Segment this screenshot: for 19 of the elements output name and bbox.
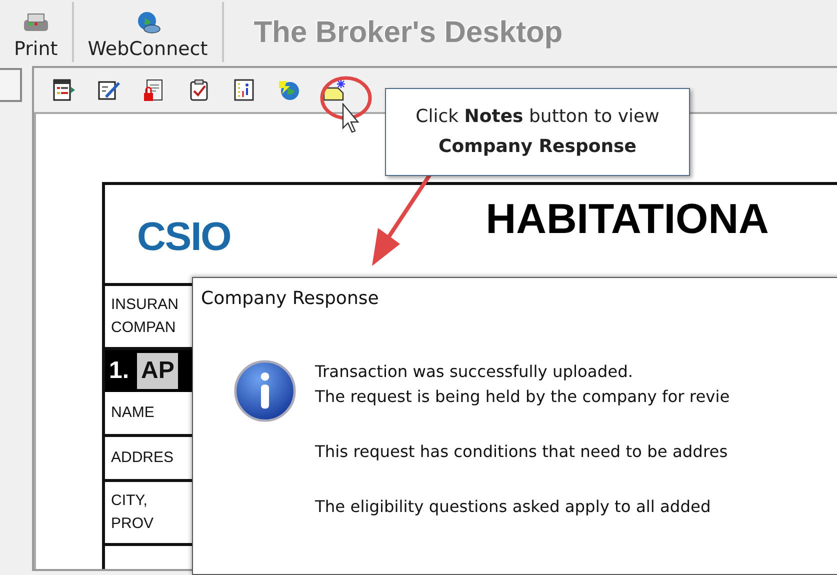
- section-title: AP: [137, 353, 178, 389]
- message-text: This request has conditions that need to be addres: [315, 441, 729, 463]
- message-text: The eligibility questions asked apply to all added: [315, 496, 712, 518]
- message-text: The request is being held by the company for revie: [315, 386, 730, 408]
- field-label: ADDRES: [111, 448, 174, 468]
- field-label: CITY, PROV: [111, 491, 154, 534]
- highlight-circle: [320, 76, 372, 120]
- app-title: The Broker's Desktop: [254, 16, 563, 50]
- callout-text: Click Notes button to view Company Response: [414, 105, 660, 159]
- section-number: 1.: [109, 357, 130, 385]
- message-text: Transaction was successfully uploaded.: [315, 361, 634, 383]
- info-icon: [233, 359, 297, 423]
- csio-logo: CSIO: [137, 214, 231, 260]
- dialog-title: Company Response: [200, 287, 380, 311]
- toolbar-button[interactable]: Print: [0, 0, 72, 66]
- field-label: NAME: [111, 402, 154, 423]
- toolbar-button[interactable]: WebConnect: [74, 0, 222, 66]
- form-title: HABITATIONA: [486, 195, 769, 243]
- field-label: INSURAN COMPAN: [111, 295, 179, 338]
